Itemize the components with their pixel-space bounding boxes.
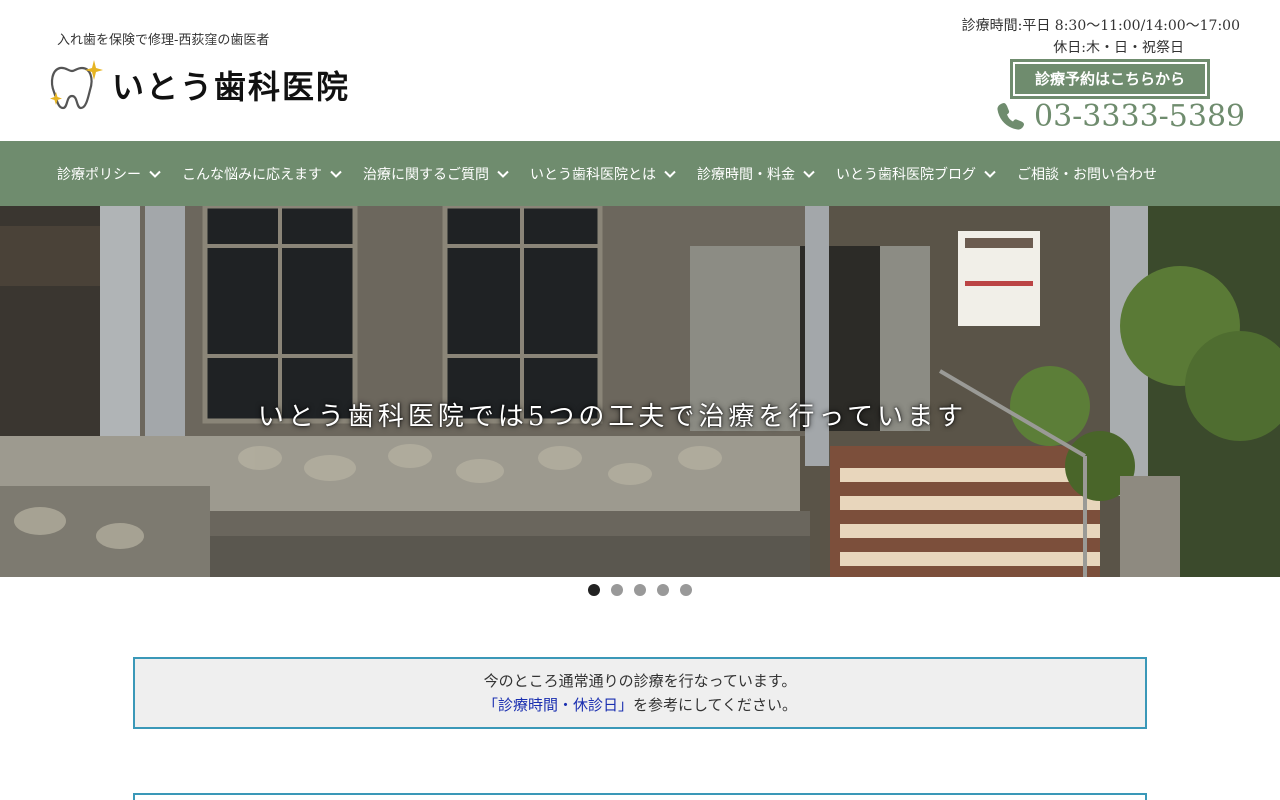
nav-item-label: こんな悩みに応えます — [182, 166, 322, 183]
slider-dot-2[interactable] — [611, 584, 623, 596]
nav-item-label: いとう歯科医院とは — [530, 166, 656, 183]
site-logo[interactable]: いとう歯科医院 — [48, 58, 350, 112]
clinic-hours: 診療時間:平日 8:30〜11:00/14:00〜17:00 休日:木・日・祝祭… — [962, 15, 1240, 59]
phone-contact[interactable]: 03-3333-5389 — [996, 98, 1245, 134]
hours-weekday: 診療時間:平日 8:30〜11:00/14:00〜17:00 — [961, 18, 1240, 34]
site-tagline: 入れ歯を保険で修理-西荻窪の歯医者 — [57, 33, 270, 48]
hero-slider[interactable]: いとう歯科医院では5つの工夫で治療を行っています — [0, 206, 1280, 577]
nav-item-concerns[interactable]: こんな悩みに応えます — [182, 164, 343, 184]
nav-item-label: いとう歯科医院ブログ — [836, 166, 976, 183]
nav-item-hours-fees[interactable]: 診療時間・料金 — [697, 164, 816, 184]
tooth-logo-icon — [50, 60, 103, 110]
nav-item-about[interactable]: いとう歯科医院とは — [530, 164, 677, 184]
notice-line-1: 今のところ通常通りの診療を行なっています。 — [483, 672, 797, 690]
chevron-down-icon — [664, 170, 676, 178]
nav-item-label: ご相談・お問い合わせ — [1017, 166, 1157, 183]
nav-item-label: 治療に関するご質問 — [363, 166, 489, 183]
chevron-down-icon — [984, 170, 996, 178]
main-nav: 診療ポリシー こんな悩みに応えます 治療に関するご質問 いとう歯科医院とは 診療… — [0, 141, 1280, 206]
slider-dot-3[interactable] — [634, 584, 646, 596]
slider-dot-5[interactable] — [680, 584, 692, 596]
nav-item-policy[interactable]: 診療ポリシー — [57, 164, 162, 184]
slider-dots — [0, 584, 1280, 596]
notice-line-2-suffix: を参考にしてください。 — [632, 696, 798, 714]
slider-dot-1[interactable] — [588, 584, 600, 596]
chevron-down-icon — [149, 170, 161, 178]
phone-number: 03-3333-5389 — [1034, 98, 1246, 134]
clinic-entrance-photo — [0, 206, 1280, 577]
notice-line-2: 「診療時間・休診日」を参考にしてください。 — [135, 693, 1145, 717]
nav-item-label: 診療ポリシー — [57, 166, 141, 183]
phone-icon — [997, 103, 1024, 130]
chevron-down-icon — [803, 170, 815, 178]
hours-closed-days: 休日:木・日・祝祭日 — [1053, 40, 1184, 56]
hours-holidays-link[interactable]: 「診療時間・休診日」 — [483, 696, 633, 714]
logo-text: いとう歯科医院 — [112, 68, 351, 106]
nav-item-contact[interactable]: ご相談・お問い合わせ — [1017, 164, 1157, 184]
reservation-button[interactable]: 診療予約はこちらから — [1010, 59, 1210, 99]
nav-item-faq[interactable]: 治療に関するご質問 — [363, 164, 510, 184]
hero-caption: いとう歯科医院では5つの工夫で治療を行っています — [257, 402, 968, 432]
slider-dot-4[interactable] — [657, 584, 669, 596]
nav-item-blog[interactable]: いとう歯科医院ブログ — [836, 164, 997, 184]
site-header: 入れ歯を保険で修理-西荻窪の歯医者 いとう歯科医院 診療時間:平日 8:30〜1… — [0, 0, 1280, 141]
operating-notice: 今のところ通常通りの診療を行なっています。 「診療時間・休診日」を参考にしてくだ… — [133, 657, 1147, 729]
nav-item-label: 診療時間・料金 — [697, 166, 795, 183]
chevron-down-icon — [330, 170, 342, 178]
content-box — [133, 793, 1147, 800]
chevron-down-icon — [497, 170, 509, 178]
